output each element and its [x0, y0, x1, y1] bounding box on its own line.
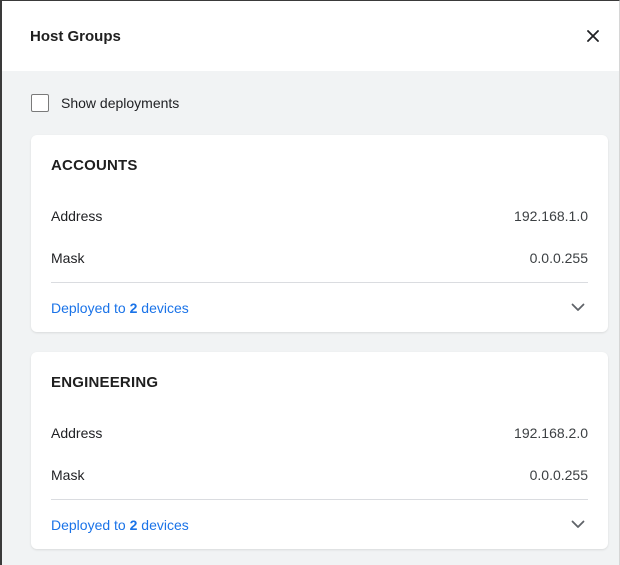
show-deployments-toggle[interactable]: Show deployments — [31, 71, 608, 135]
deployed-prefix: Deployed to — [51, 516, 126, 533]
mask-row: Mask 0.0.0.255 — [51, 237, 588, 279]
chevron-down-icon — [571, 520, 585, 528]
mask-label: Mask — [51, 467, 85, 483]
panel-title: Host Groups — [30, 27, 121, 45]
show-deployments-checkbox[interactable] — [31, 94, 49, 112]
deployed-to-link[interactable]: Deployed to 2 devices — [51, 300, 189, 316]
mask-row: Mask 0.0.0.255 — [51, 454, 588, 496]
address-value: 192.168.2.0 — [514, 425, 588, 441]
expand-button[interactable] — [568, 298, 588, 318]
expand-button[interactable] — [568, 515, 588, 535]
deployments-expander[interactable]: Deployed to 2 devices — [51, 283, 588, 332]
deployed-suffix: devices — [141, 516, 189, 533]
deployed-to-link[interactable]: Deployed to 2 devices — [51, 517, 189, 533]
deployments-expander[interactable]: Deployed to 2 devices — [51, 500, 588, 549]
close-icon — [587, 30, 599, 42]
deployed-prefix: Deployed to — [51, 299, 126, 316]
close-button[interactable] — [581, 24, 605, 48]
host-groups-panel: Host Groups Show deployments ACCOUNTS Ad… — [0, 0, 620, 565]
chevron-down-icon — [571, 303, 585, 311]
address-label: Address — [51, 425, 103, 441]
host-group-card: ACCOUNTS Address 192.168.1.0 Mask 0.0.0.… — [31, 135, 608, 332]
deployed-count: 2 — [129, 299, 138, 316]
address-value: 192.168.1.0 — [514, 208, 588, 224]
panel-header: Host Groups — [2, 1, 619, 71]
host-group-name: ENGINEERING — [51, 373, 159, 391]
address-row: Address 192.168.2.0 — [51, 412, 588, 454]
mask-value: 0.0.0.255 — [529, 467, 588, 483]
address-label: Address — [51, 208, 103, 224]
address-row: Address 192.168.1.0 — [51, 195, 588, 237]
show-deployments-label: Show deployments — [61, 95, 180, 111]
host-group-card: ENGINEERING Address 192.168.2.0 Mask 0.0… — [31, 352, 608, 549]
panel-body: Show deployments ACCOUNTS Address 192.16… — [2, 71, 619, 565]
mask-value: 0.0.0.255 — [529, 250, 588, 266]
deployed-suffix: devices — [141, 299, 189, 316]
mask-label: Mask — [51, 250, 85, 266]
deployed-count: 2 — [129, 516, 138, 533]
host-group-name: ACCOUNTS — [51, 156, 138, 174]
